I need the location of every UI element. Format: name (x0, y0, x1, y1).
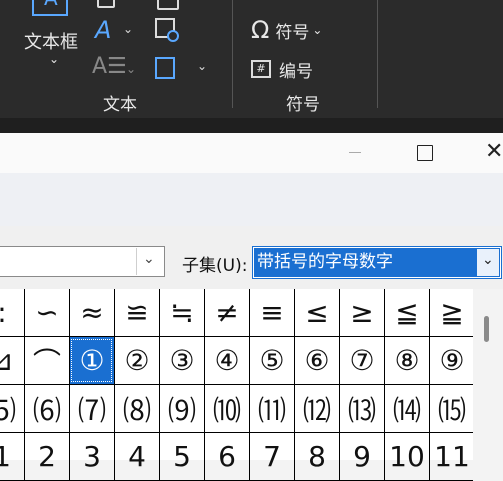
chevron-down-icon: ⌄ (197, 59, 208, 73)
close-icon: ✕ (485, 139, 503, 164)
symbol-cell[interactable]: ⒂ (429, 385, 474, 432)
symbol-cell[interactable]: ⑿ (294, 385, 339, 432)
symbol-cell[interactable]: ≥ (339, 289, 384, 336)
symbol-cell[interactable]: ⒀ (339, 385, 384, 432)
chevron-down-icon: ⌄ (482, 252, 494, 268)
symbol-cell[interactable]: ③ (159, 337, 204, 384)
grid-row: ⑸ ⑹ ⑺ ⑻ ⑼ ⑽ ⑾ ⑿ ⒀ ⒁ ⒂ (0, 385, 473, 433)
symbol-cell[interactable]: ≒ (159, 289, 204, 336)
numbering-button[interactable]: # 编号 (251, 56, 313, 82)
grid-row: : ∽ ≈ ≌ ≒ ≠ ≡ ≤ ≥ ≦ ≧ (0, 289, 473, 337)
symbol-cell[interactable]: : (0, 289, 24, 336)
symbol-cell[interactable]: ⌒ (24, 337, 69, 384)
symbol-cell[interactable]: ⑽ (204, 385, 249, 432)
symbol-cell[interactable]: 5 (159, 433, 204, 480)
chevron-down-icon: ⌄ (143, 251, 155, 267)
symbol-cell[interactable]: ⑥ (294, 337, 339, 384)
symbol-cell[interactable]: 1 (0, 433, 24, 480)
symbol-cell[interactable]: ≧ (429, 289, 474, 336)
close-button[interactable]: ✕ (478, 139, 503, 167)
symbol-cell[interactable]: ⑹ (24, 385, 69, 432)
symbol-cell-selected[interactable]: ① (69, 337, 114, 384)
chevron-down-icon: ⌄ (49, 52, 60, 66)
font-combo-dropdown[interactable]: ⌄ (136, 248, 163, 275)
grid-row: 1 2 3 4 5 6 7 8 9 10 11 (0, 433, 473, 481)
chevron-down-icon: ⌄ (126, 62, 137, 76)
signature-button[interactable]: A ⌄ (95, 16, 139, 44)
object-button[interactable]: ⌄ (155, 55, 215, 81)
numbering-label: 编号 (279, 61, 313, 82)
symbol-cell[interactable]: ⊿ (0, 337, 24, 384)
symbol-cell[interactable]: ⑼ (159, 385, 204, 432)
ribbon: A 文本框 ⌄ A ⌄ A☰ ⌄ ⌄ 文本 Ω 符号 ⌄ # 编号 符号 (0, 0, 503, 118)
wordart-top-icon (157, 0, 179, 10)
maximize-icon (417, 145, 433, 161)
symbol-cell[interactable]: ④ (204, 337, 249, 384)
ribbon-separator (232, 0, 233, 108)
symbol-cell[interactable]: ⑾ (249, 385, 294, 432)
symbol-cell[interactable]: 10 (384, 433, 429, 480)
symbol-cell[interactable]: ⒁ (384, 385, 429, 432)
grid-row: ⊿ ⌒ ① ② ③ ④ ⑤ ⑥ ⑦ ⑧ ⑨ (0, 337, 473, 385)
symbol-cell[interactable]: ⑤ (249, 337, 294, 384)
symbol-cell[interactable]: 9 (339, 433, 384, 480)
wordart-top-button[interactable] (155, 0, 181, 14)
wordart-button[interactable] (95, 0, 135, 14)
ribbon-separator (377, 0, 378, 108)
subset-value: 带括号的字母数字 (254, 248, 476, 277)
dialog-tabs-band (0, 173, 503, 226)
symbol-label: 符号 (275, 22, 310, 43)
dropcap-button[interactable]: A☰ ⌄ (92, 54, 136, 80)
textbox-icon: A (32, 0, 68, 16)
symbol-cell[interactable]: ≌ (114, 289, 159, 336)
date-time-button[interactable] (155, 16, 183, 44)
font-combo[interactable]: ⌄ (0, 246, 165, 277)
numbering-icon: # (251, 60, 271, 78)
signature-icon: A (95, 16, 112, 44)
dialog-titlebar: ✕ (0, 133, 503, 173)
symbol-cell[interactable]: 8 (294, 433, 339, 480)
symbol-grid: : ∽ ≈ ≌ ≒ ≠ ≡ ≤ ≥ ≦ ≧ ⊿ ⌒ ① ② ③ ④ ⑤ ⑥ ⑦ … (0, 289, 473, 481)
symbol-cell[interactable]: ≦ (384, 289, 429, 336)
symbol-cell[interactable]: ⑺ (69, 385, 114, 432)
symbol-cell[interactable]: 4 (114, 433, 159, 480)
symbol-cell[interactable]: ≡ (249, 289, 294, 336)
symbol-cell[interactable]: ≈ (69, 289, 114, 336)
symbol-cell[interactable]: ⑨ (429, 337, 474, 384)
symbol-cell[interactable]: ⑦ (339, 337, 384, 384)
omega-icon: Ω (251, 16, 270, 44)
symbol-cell[interactable]: ② (114, 337, 159, 384)
symbol-cell[interactable]: 6 (204, 433, 249, 480)
textbox-label: 文本框 (24, 32, 78, 53)
chevron-down-icon: ⌄ (123, 22, 134, 36)
subset-label: 子集(U): (182, 256, 248, 276)
group-label-text: 文本 (103, 95, 137, 115)
maximize-button[interactable] (408, 139, 440, 167)
symbol-cell[interactable]: ≠ (204, 289, 249, 336)
clock-icon (167, 30, 179, 42)
symbol-button[interactable]: Ω 符号 ⌄ (251, 16, 322, 44)
symbol-cell[interactable]: ≤ (294, 289, 339, 336)
dropcap-icon: A☰ (92, 54, 127, 79)
wordart-icon (97, 0, 115, 8)
minimize-button[interactable] (340, 139, 370, 167)
scrollbar-thumb[interactable] (484, 316, 489, 342)
object-icon (155, 57, 175, 79)
subset-combo-dropdown[interactable]: ⌄ (476, 248, 500, 277)
chevron-down-icon: ⌄ (312, 23, 323, 37)
symbol-cell[interactable]: ⑸ (0, 385, 24, 432)
grid-scrollbar[interactable] (473, 289, 503, 460)
group-label-symbols: 符号 (286, 95, 320, 115)
symbol-cell[interactable]: ⑧ (384, 337, 429, 384)
window-gap (0, 118, 503, 133)
symbol-cell[interactable]: 11 (429, 433, 474, 480)
symbol-cell[interactable]: 3 (69, 433, 114, 480)
symbol-cell[interactable]: ⑻ (114, 385, 159, 432)
symbol-cell[interactable]: 2 (24, 433, 69, 480)
textbox-button[interactable]: A 文本框 ⌄ (22, 0, 84, 80)
symbol-cell[interactable]: 7 (249, 433, 294, 480)
minimize-icon (349, 152, 361, 153)
subset-combo[interactable]: 带括号的字母数字 ⌄ (252, 246, 502, 279)
symbol-cell[interactable]: ∽ (24, 289, 69, 336)
